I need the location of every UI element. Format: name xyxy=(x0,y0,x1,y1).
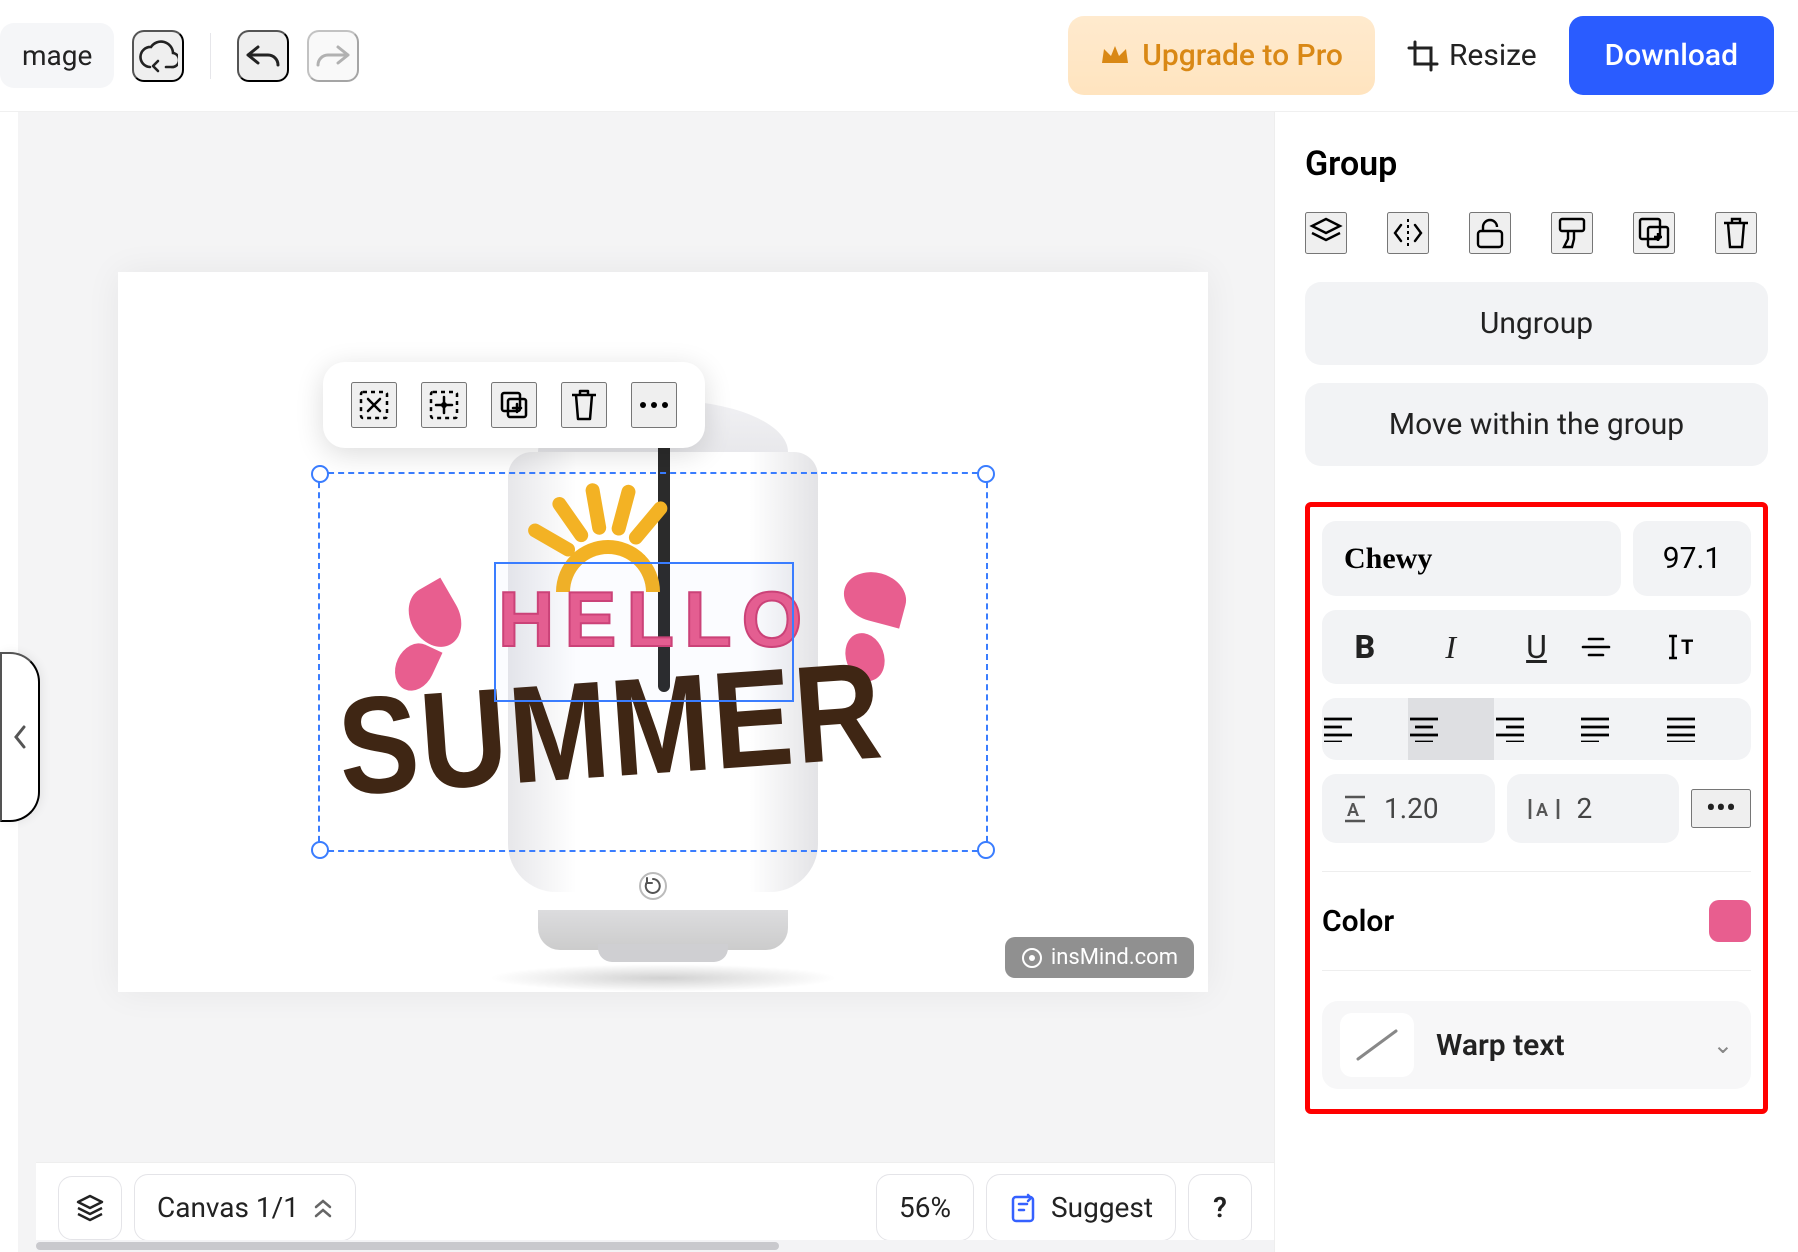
panel-title: Group xyxy=(1305,144,1768,184)
align-right-button[interactable] xyxy=(1494,698,1580,760)
text-more-button[interactable]: ••• xyxy=(1691,789,1751,828)
layer-order-icon[interactable] xyxy=(1305,212,1347,254)
text-align-row xyxy=(1322,698,1751,760)
chevron-down-icon: ⌄ xyxy=(1713,1031,1733,1059)
trash-icon[interactable] xyxy=(1715,212,1757,254)
font-size-input[interactable]: 97.1 xyxy=(1633,521,1751,596)
undo-button[interactable] xyxy=(237,30,289,82)
suggest-button[interactable]: Suggest xyxy=(986,1174,1176,1241)
strikethrough-button[interactable] xyxy=(1579,610,1665,684)
crop-icon xyxy=(1407,40,1439,72)
selection-handle-se[interactable] xyxy=(977,841,995,859)
warp-preview-icon xyxy=(1340,1013,1414,1077)
watermark-logo-icon xyxy=(1021,947,1043,969)
selection-handle-sw[interactable] xyxy=(311,841,329,859)
text-properties-highlight: Chewy 97.1 B I U T A 1.20 xyxy=(1305,502,1768,1114)
crown-icon xyxy=(1100,43,1130,69)
canvas-label: Canvas 1/1 xyxy=(157,1191,299,1224)
help-button[interactable]: ? xyxy=(1188,1174,1252,1241)
canvas-bottombar: Canvas 1/1 56% Suggest ? xyxy=(36,1162,1274,1252)
topbar-left: mage xyxy=(0,23,359,88)
svg-text:T: T xyxy=(1681,635,1693,659)
panel-divider xyxy=(1322,871,1751,872)
warp-label: Warp text xyxy=(1436,1028,1691,1063)
canvas-selector[interactable]: Canvas 1/1 xyxy=(134,1174,356,1241)
svg-text:A: A xyxy=(1536,800,1548,821)
chevron-up-double-icon xyxy=(313,1197,333,1219)
align-full-justify-button[interactable] xyxy=(1665,698,1751,760)
letter-spacing-value: 2 xyxy=(1577,792,1593,825)
align-center-button[interactable] xyxy=(1408,698,1494,760)
copy-icon[interactable] xyxy=(1633,212,1675,254)
lock-icon[interactable] xyxy=(1469,212,1511,254)
upgrade-label: Upgrade to Pro xyxy=(1142,38,1343,73)
duplicate-icon[interactable] xyxy=(491,382,537,428)
canvas-area[interactable]: insMind.com xyxy=(0,112,1274,1252)
warp-text-dropdown[interactable]: Warp text ⌄ xyxy=(1322,1001,1751,1089)
line-height-input[interactable]: A 1.20 xyxy=(1322,774,1495,843)
top-toolbar: mage Upgrade to Pro Resize Download xyxy=(0,0,1798,112)
stage: insMind.com xyxy=(18,112,1274,1252)
line-height-icon: A xyxy=(1342,794,1368,824)
italic-button[interactable]: I xyxy=(1408,610,1494,684)
selection-handle-nw[interactable] xyxy=(311,465,329,483)
letter-spacing-input[interactable]: A 2 xyxy=(1507,774,1680,843)
resize-label: Resize xyxy=(1449,38,1537,73)
vertical-text-button[interactable]: T xyxy=(1665,610,1751,684)
layers-button[interactable] xyxy=(58,1176,122,1240)
flip-icon[interactable] xyxy=(1387,212,1429,254)
underline-button[interactable]: U xyxy=(1494,610,1580,684)
move-within-group-button[interactable]: Move within the group xyxy=(1305,383,1768,466)
watermark-text: insMind.com xyxy=(1051,945,1178,970)
group-actions-row xyxy=(1305,212,1768,254)
text-style-row: B I U T xyxy=(1322,610,1751,684)
redo-button[interactable] xyxy=(307,30,359,82)
selection-toolbar xyxy=(323,362,705,448)
letter-spacing-icon: A xyxy=(1527,796,1561,822)
ungroup-button[interactable]: Ungroup xyxy=(1305,282,1768,365)
toolbar-divider xyxy=(210,33,211,79)
zoom-level[interactable]: 56% xyxy=(876,1174,974,1241)
suggest-icon xyxy=(1009,1193,1037,1223)
panel-divider-2 xyxy=(1322,970,1751,971)
watermark-badge: insMind.com xyxy=(1005,937,1194,978)
align-justify-button[interactable] xyxy=(1579,698,1665,760)
suggest-label: Suggest xyxy=(1051,1191,1153,1224)
line-height-value: 1.20 xyxy=(1384,792,1439,825)
left-panel-toggle[interactable] xyxy=(0,652,40,822)
image-tab[interactable]: mage xyxy=(0,23,114,88)
properties-panel: Group Ungroup Move within the group Chew… xyxy=(1274,112,1798,1252)
delete-icon[interactable] xyxy=(561,382,607,428)
svg-text:A: A xyxy=(1347,800,1359,821)
color-label: Color xyxy=(1322,904,1394,939)
bold-button[interactable]: B xyxy=(1322,610,1408,684)
scrollbar-thumb[interactable] xyxy=(36,1242,779,1250)
cloud-sync-icon[interactable] xyxy=(132,30,184,82)
selection-handle-ne[interactable] xyxy=(977,465,995,483)
upgrade-button[interactable]: Upgrade to Pro xyxy=(1068,16,1375,95)
resize-button[interactable]: Resize xyxy=(1389,28,1555,83)
download-button[interactable]: Download xyxy=(1569,16,1774,95)
text-color-swatch[interactable] xyxy=(1709,900,1751,942)
more-icon[interactable] xyxy=(631,382,677,428)
rotate-handle[interactable] xyxy=(639,872,667,900)
horizontal-scrollbar[interactable] xyxy=(36,1240,1274,1252)
style-copy-icon[interactable] xyxy=(1551,212,1593,254)
font-family-dropdown[interactable]: Chewy xyxy=(1322,521,1621,596)
align-left-button[interactable] xyxy=(1322,698,1408,760)
ai-expand-icon[interactable] xyxy=(421,382,467,428)
remove-bg-icon[interactable] xyxy=(351,382,397,428)
text-selection-box[interactable] xyxy=(494,562,794,702)
